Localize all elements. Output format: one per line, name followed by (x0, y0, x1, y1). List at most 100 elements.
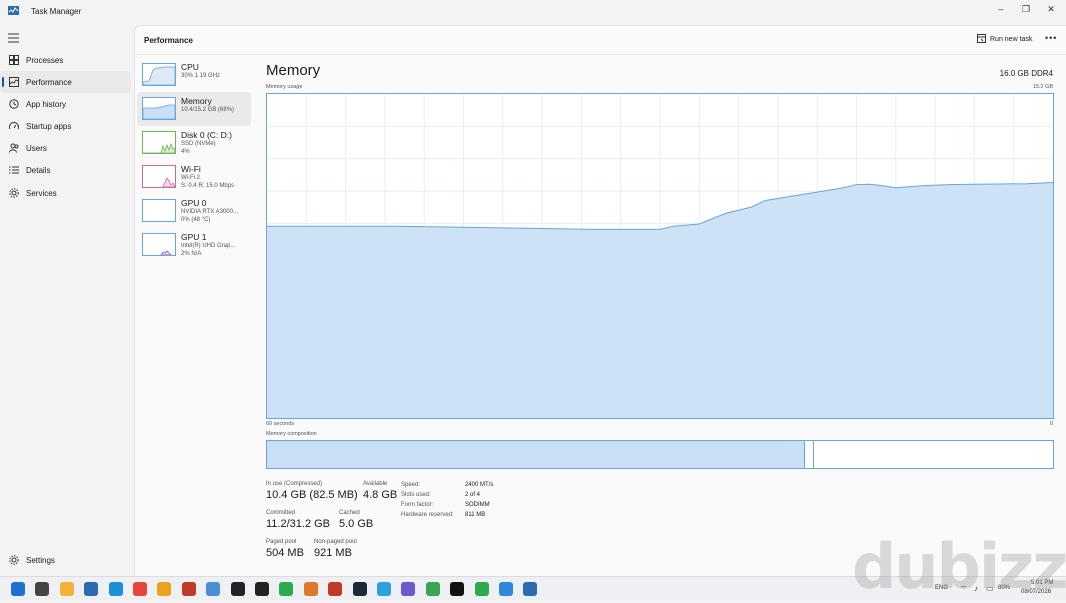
memory-usage-label: Memory usage (266, 84, 303, 90)
nav-performance[interactable]: Performance (0, 71, 131, 93)
selected-indicator (2, 77, 4, 87)
nav-services[interactable]: Services (0, 182, 131, 204)
nav-settings[interactable]: Settings (0, 549, 131, 571)
dubizzle-watermark: dubizzle (852, 530, 1066, 603)
spec-slots-label: Slots used: (401, 492, 431, 498)
task-manager-app-icon (8, 6, 19, 15)
stat-committed: Committed 11.2/31.2 GB (266, 510, 330, 530)
memory-composition-bar (266, 440, 1054, 469)
nav-label: App history (26, 100, 67, 109)
stat-label: Paged pool (266, 539, 297, 545)
task-view-icon[interactable] (35, 582, 50, 596)
window-title: Task Manager (31, 7, 82, 16)
disk-thumbnail (142, 131, 176, 154)
stat-label: Non-paged pool (314, 539, 357, 545)
spec-reserved-label: Hardware reserved: (401, 512, 454, 518)
spec-speed-value: 2400 MT/s (465, 482, 494, 488)
device-detail: 0% (48 °C) (181, 217, 211, 223)
stat-paged-pool: Paged pool 504 MB (266, 539, 304, 559)
edge-icon[interactable] (108, 582, 123, 596)
nav-details[interactable]: Details (0, 159, 131, 181)
nav-app-history[interactable]: App history (0, 93, 131, 115)
device-gpu1[interactable]: GPU 1 Intel(R) UHD Grap... 2% N/A (137, 228, 251, 262)
performance-graph-icon (9, 77, 19, 87)
startup-gauge-icon (9, 122, 19, 130)
file-explorer-icon[interactable] (59, 582, 74, 596)
app-edit-icon[interactable] (499, 582, 513, 596)
device-name: Memory (181, 96, 212, 106)
app-terminal-icon[interactable] (450, 582, 465, 596)
chrome-alt-icon[interactable] (157, 582, 172, 596)
memory-usage-max: 15.2 GB (1032, 84, 1053, 90)
device-name: GPU 0 (181, 198, 207, 208)
content-pane: Performance Run new task ••• CPU 30% 1.1… (134, 25, 1066, 576)
stat-non-paged-pool: Non-paged pool 921 MB (314, 539, 357, 559)
device-detail: S: 0.4 R: 15.0 Mbps (181, 183, 235, 189)
composition-modified (805, 441, 814, 468)
device-memory[interactable]: Memory 10.4/15.2 GB (68%) (137, 92, 251, 126)
device-name: Wi-Fi (181, 164, 201, 174)
nav-label: Details (26, 166, 51, 175)
memory-usage-chart (266, 93, 1054, 419)
navigation-pane: Processes Performance App history Startu… (0, 24, 133, 576)
capcut-icon[interactable] (230, 582, 245, 596)
memory-title: Memory (266, 62, 321, 79)
device-cpu[interactable]: CPU 30% 1.19 GHz (137, 58, 251, 92)
memory-total: 16.0 GB DDR4 (999, 69, 1053, 78)
header-divider (135, 54, 1066, 55)
device-detail: 10.4/15.2 GB (68%) (181, 107, 235, 113)
stat-label: Committed (266, 510, 296, 516)
device-detail: Intel(R) UHD Grap... (181, 243, 236, 249)
nav-label: Users (26, 144, 47, 153)
restore-button[interactable]: ❐ (1015, 1, 1037, 17)
windows-start-icon[interactable] (11, 582, 25, 596)
page-title: Performance (144, 36, 193, 45)
snipping-icon[interactable] (401, 582, 416, 596)
close-button[interactable]: ✕ (1040, 1, 1062, 17)
app-red-icon[interactable] (181, 582, 196, 596)
nav-users[interactable]: Users (0, 137, 131, 159)
gpu0-thumbnail (142, 199, 176, 222)
device-detail: NVIDIA RTX A3000... (181, 209, 238, 215)
minimize-button[interactable]: – (990, 1, 1012, 17)
run-new-task-label: Run new task (990, 36, 1033, 43)
stat-in-use: In use (Compressed) 10.4 GB (82.5 MB) (266, 481, 358, 501)
app-green3-icon[interactable] (474, 582, 489, 596)
stat-label: Cached (339, 510, 360, 516)
more-options-button[interactable]: ••• (1045, 33, 1057, 43)
microphone-icon[interactable] (303, 582, 318, 596)
run-task-icon (977, 34, 986, 43)
time-axis-right: 0 (1049, 421, 1053, 427)
store-icon[interactable] (84, 582, 99, 596)
hamburger-menu-icon[interactable] (8, 33, 19, 43)
services-gear-icon (9, 188, 19, 198)
telegram-icon[interactable] (377, 582, 391, 596)
steam-icon[interactable] (352, 582, 367, 596)
nav-label: Startup apps (26, 122, 72, 131)
nav-processes[interactable]: Processes (0, 49, 131, 71)
chrome-icon[interactable] (133, 582, 147, 596)
app-dark-icon[interactable] (255, 582, 269, 596)
stat-label: Available (363, 481, 388, 487)
spec-form-label: Form factor: (401, 502, 434, 508)
office-icon[interactable] (328, 582, 343, 596)
device-disk[interactable]: Disk 0 (C: D:) SSD (NVMe) 4% (137, 126, 251, 160)
device-wifi[interactable]: Wi-Fi Wi-Fi 2 S: 0.4 R: 15.0 Mbps (137, 160, 251, 194)
memory-thumbnail (142, 97, 176, 120)
stat-value: 4.8 GB (363, 489, 398, 501)
stat-value: 11.2/31.2 GB (266, 518, 331, 530)
photos-icon[interactable] (206, 582, 221, 596)
memory-panel: Memory 16.0 GB DDR4 Memory usage 15.2 GB… (266, 58, 1056, 568)
app-green2-icon[interactable] (425, 582, 440, 596)
cpu-thumbnail (142, 63, 176, 86)
task-manager-icon[interactable] (523, 582, 538, 596)
device-detail: 30% 1.19 GHz (181, 73, 221, 79)
spec-form-value: SODIMM (465, 502, 490, 508)
settings-gear-icon (9, 555, 19, 565)
spec-reserved-value: 811 MB (465, 512, 486, 518)
device-gpu0[interactable]: GPU 0 NVIDIA RTX A3000... 0% (48 °C) (137, 194, 251, 228)
spec-slots-value: 2 of 4 (465, 492, 481, 498)
nav-startup-apps[interactable]: Startup apps (0, 115, 131, 137)
app-green-icon[interactable] (279, 582, 294, 596)
device-name: CPU (181, 62, 199, 72)
